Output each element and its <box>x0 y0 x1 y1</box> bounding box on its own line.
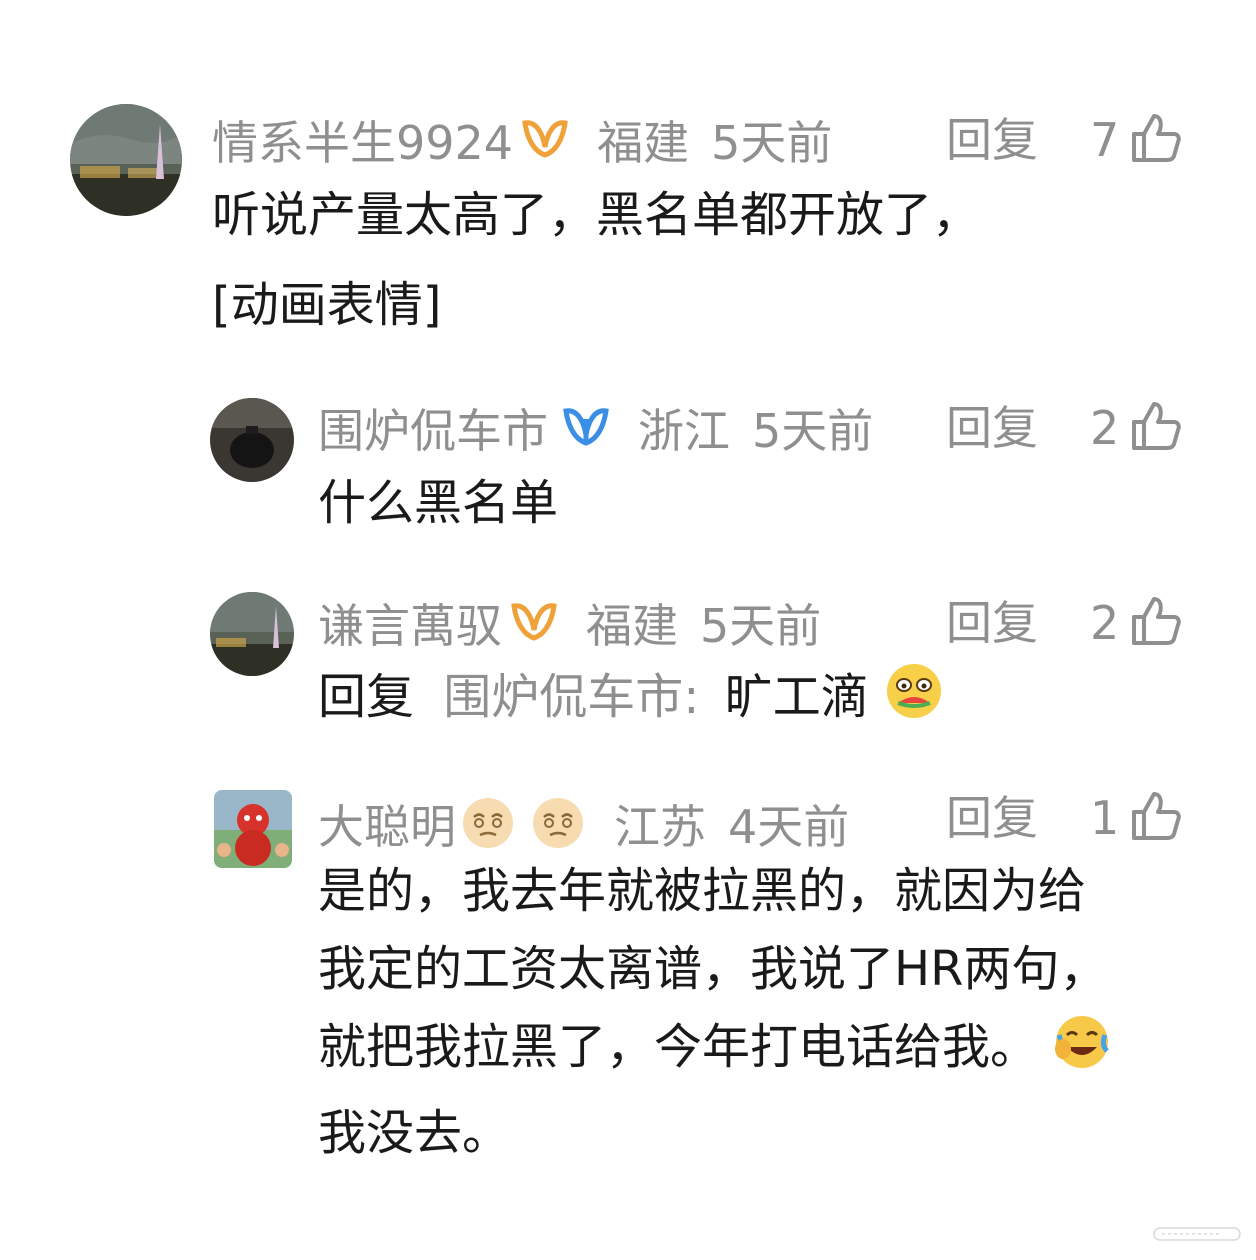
like-count: 1 <box>1090 791 1120 845</box>
avatar[interactable] <box>70 104 182 216</box>
reply-button[interactable]: 回复 <box>946 405 1038 451</box>
timestamp: 5天前 <box>700 598 822 653</box>
vip-badge-icon <box>510 600 558 651</box>
comment-meta: 大聪明 江苏 4天前 <box>318 795 849 858</box>
woozy-face-emoji-icon <box>530 795 586 858</box>
username[interactable]: 大聪明 <box>318 804 456 850</box>
avatar[interactable] <box>210 398 294 482</box>
location: 福建 <box>597 115 690 170</box>
comment-text-line: 我没去。 <box>318 1105 511 1161</box>
thumbs-up-icon[interactable] <box>1130 112 1182 168</box>
thumbs-up-icon[interactable] <box>1130 400 1182 456</box>
avatar[interactable] <box>214 790 292 868</box>
vip-badge-icon <box>521 117 569 168</box>
comment-meta: 情系半生9924 福建 5天前 <box>212 117 832 168</box>
location: 福建 <box>586 598 678 653</box>
comment-text: 回复 围炉侃车市: 旷工滴 <box>318 658 944 744</box>
comment-text-line: 旷工滴 <box>724 669 869 725</box>
eating-watermelon-emoji-icon <box>884 661 944 744</box>
reply-button[interactable]: 回复 <box>946 795 1038 841</box>
comment-meta: 谦言萬驭 福建 5天前 <box>318 600 821 651</box>
location: 浙江 <box>638 403 730 458</box>
avatar[interactable] <box>210 592 294 676</box>
comment-text-line: 什么黑名单 <box>318 475 559 531</box>
face-with-tears-of-joy-emoji-icon <box>1053 1013 1111 1094</box>
comment-text-line: 我定的工资太离谱，我说了HR两句， <box>318 941 1108 997</box>
location: 江苏 <box>614 799 706 854</box>
comment-text-line: [动画表情] <box>212 277 442 333</box>
comment-text-line: 就把我拉黑了，今年打电话给我。 <box>318 1019 1039 1075</box>
woozy-face-emoji-icon <box>460 795 516 858</box>
comment-text: 什么黑名单 <box>318 464 558 542</box>
username[interactable]: 谦言萬驭 <box>318 603 502 649</box>
username[interactable]: 围炉侃车市 <box>318 408 548 454</box>
like-count: 2 <box>1090 596 1120 650</box>
reply-button[interactable]: 回复 <box>946 600 1038 646</box>
comment-text-line: 是的，我去年就被拉黑的，就因为给 <box>318 863 1087 919</box>
reply-prefix: 回复 <box>318 669 415 725</box>
vip-badge-icon <box>562 405 610 456</box>
timestamp: 4天前 <box>728 799 850 854</box>
timestamp: 5天前 <box>752 403 874 458</box>
comment-text-line-wrap: 就把我拉黑了，今年打电话给我。 <box>318 1008 1111 1094</box>
comment-text-line: 听说产量太高了，黑名单都开放了， <box>212 187 981 243</box>
watermark-icon <box>1152 1222 1242 1248</box>
timestamp: 5天前 <box>711 115 833 170</box>
reply-button[interactable]: 回复 <box>946 117 1038 163</box>
reply-target-user[interactable]: 围炉侃车市: <box>443 669 699 725</box>
like-count: 2 <box>1090 401 1120 455</box>
thumbs-up-icon[interactable] <box>1130 790 1182 846</box>
username[interactable]: 情系半生9924 <box>212 120 513 166</box>
comment-text: 听说产量太高了，黑名单都开放了， [动画表情] <box>212 176 980 344</box>
thumbs-up-icon[interactable] <box>1130 595 1182 651</box>
comment-meta: 围炉侃车市 浙江 5天前 <box>318 405 873 456</box>
comment-text: 是的，我去年就被拉黑的，就因为给 我定的工资太离谱，我说了HR两句， 就把我拉黑… <box>318 852 1111 1172</box>
like-count: 7 <box>1090 113 1120 167</box>
